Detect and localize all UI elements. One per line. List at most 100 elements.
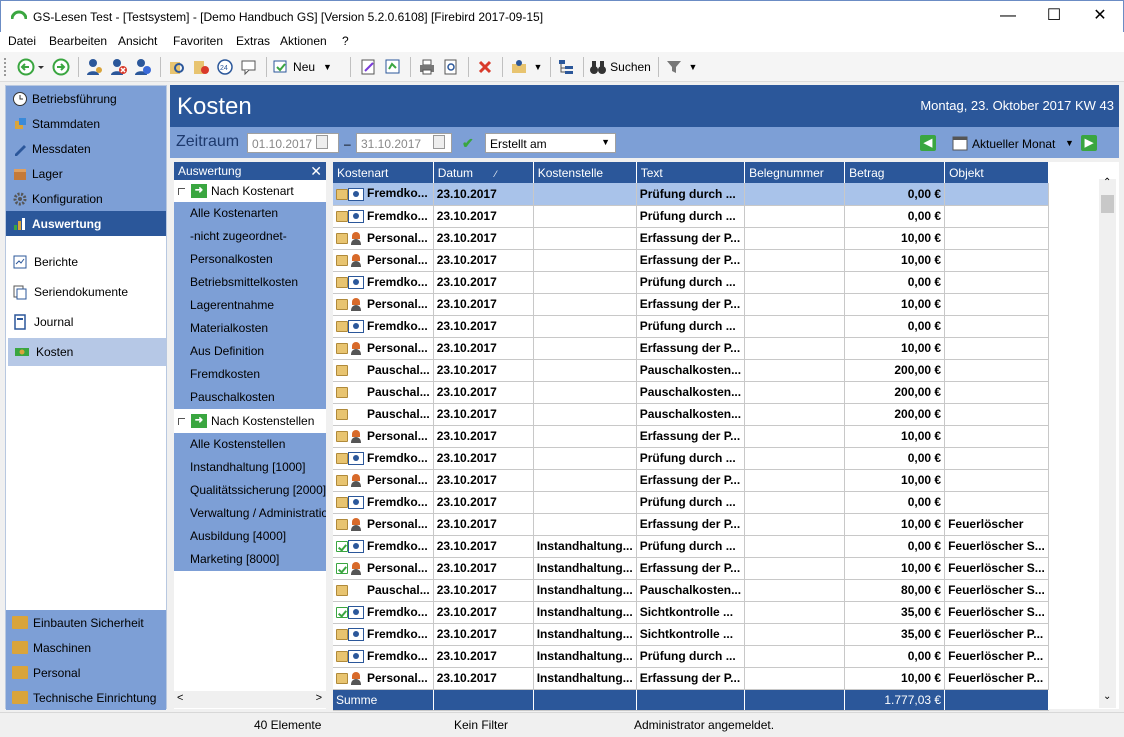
nav-messdaten[interactable]: Messdaten [6, 136, 166, 161]
tree-close-icon[interactable]: ✕ [310, 162, 322, 180]
comment-button[interactable] [238, 56, 260, 78]
next-period-button[interactable]: ▶ [1081, 135, 1097, 151]
menu-help[interactable]: ? [342, 34, 349, 48]
tree-item[interactable]: Marketing [8000] [174, 548, 326, 571]
nav-technische-einrichtung[interactable]: Technische Einrichtung [6, 685, 166, 710]
nav-personal[interactable]: Personal [6, 660, 166, 685]
tree-item[interactable]: Ausbildung [4000] [174, 525, 326, 548]
tree-view-button[interactable] [555, 56, 577, 78]
tree-horizontal-scrollbar[interactable]: < > [174, 691, 326, 708]
back-button[interactable] [14, 56, 48, 78]
table-row[interactable]: Fremdko... 23.10.2017 Instandhaltung... Prü… [333, 645, 1049, 668]
nav-stammdaten[interactable]: Stammdaten [6, 111, 166, 136]
toolbar-grip[interactable] [4, 58, 7, 76]
table-row[interactable]: Personal... 23.10.2017 Erfassung der P... 1… [333, 337, 1049, 360]
expand-icon[interactable] [178, 417, 185, 425]
menu-extras[interactable]: Extras [236, 34, 270, 48]
tree-item[interactable]: Materialkosten [174, 317, 326, 340]
tree-item[interactable]: Alle Kostenarten [174, 202, 326, 225]
tree-item[interactable]: Pauschalkosten [174, 386, 326, 409]
table-row[interactable]: Fremdko... 23.10.2017 Prüfung durch ... 0,0… [333, 315, 1049, 338]
period-select[interactable]: Aktueller Monat [972, 137, 1055, 151]
chevron-down-icon[interactable]: ▼ [1065, 138, 1074, 148]
apply-check-icon[interactable]: ✔ [462, 135, 474, 152]
tree-item[interactable]: Lagerentnahme [174, 294, 326, 317]
date-type-select[interactable]: Erstellt am ▼ [485, 133, 616, 153]
search-object-button[interactable] [166, 56, 188, 78]
tree-item[interactable]: Betriebsmittelkosten [174, 271, 326, 294]
scroll-left-icon[interactable]: < [177, 692, 183, 704]
close-window-button[interactable]: ✕ [1077, 1, 1123, 31]
table-row[interactable]: Fremdko... 23.10.2017 Prüfung durch ... 0,0… [333, 271, 1049, 294]
tree-group-kostenstellen[interactable]: ➜ Nach Kostenstellen [174, 410, 326, 432]
tree-group-kostenart[interactable]: ➜ Nach Kostenart [174, 180, 326, 202]
column-header-text[interactable]: Text [636, 162, 746, 183]
nav-lager[interactable]: Lager [6, 161, 166, 186]
nav-sub-journal[interactable]: Journal [6, 308, 166, 336]
table-row[interactable]: Fremdko... 23.10.2017 Instandhaltung... Sic… [333, 601, 1049, 624]
table-row[interactable]: Pauschal... 23.10.2017 Instandhaltung... Pa… [333, 579, 1049, 602]
column-header-objekt[interactable]: Objekt [944, 162, 1049, 183]
nav-auswertung[interactable]: Auswertung [6, 211, 166, 236]
column-header-kostenart[interactable]: Kostenart [333, 162, 434, 183]
expand-icon[interactable] [178, 187, 185, 195]
column-header-belegnummer[interactable]: Belegnummer [744, 162, 846, 183]
filter-button[interactable]: ▼ [664, 56, 698, 78]
table-row[interactable]: Personal... 23.10.2017 Erfassung der P... 1… [333, 293, 1049, 316]
menu-datei[interactable]: Datei [8, 34, 36, 48]
clock-24-button[interactable]: 24 [214, 56, 236, 78]
user-info-button[interactable] [132, 56, 154, 78]
table-row[interactable]: Personal... 23.10.2017 Instandhaltung... Er… [333, 667, 1049, 690]
column-header-betrag[interactable]: Betrag [844, 162, 946, 183]
calendar-from-icon[interactable] [316, 135, 328, 149]
scroll-right-icon[interactable]: > [316, 692, 322, 704]
column-header-datum[interactable]: Datum ⁄ [433, 162, 534, 183]
print-preview-button[interactable] [440, 56, 462, 78]
table-row[interactable]: Personal... 23.10.2017 Erfassung der P... 1… [333, 469, 1049, 492]
menu-favoriten[interactable]: Favoriten [173, 34, 223, 48]
forward-button[interactable] [50, 56, 72, 78]
menu-ansicht[interactable]: Ansicht [118, 34, 157, 48]
nav-sub-kosten[interactable]: Kosten [8, 338, 166, 366]
tree-item[interactable]: Instandhaltung [1000] [174, 456, 326, 479]
table-row[interactable]: Fremdko... 23.10.2017 Prüfung durch ... 0,0… [333, 491, 1049, 514]
tree-item[interactable]: Alle Kostenstellen [174, 433, 326, 456]
scroll-down-icon[interactable]: ⌄ [1103, 691, 1111, 702]
calendar-to-icon[interactable] [433, 135, 445, 149]
previous-period-button[interactable]: ◀ [920, 135, 936, 151]
grid-vertical-scrollbar[interactable]: ⌃ ⌄ [1099, 177, 1116, 708]
warning-button[interactable] [190, 56, 212, 78]
nav-einbauten-sicherheit[interactable]: Einbauten Sicherheit [6, 610, 166, 635]
table-row[interactable]: Personal... 23.10.2017 Erfassung der P... 1… [333, 249, 1049, 272]
tree-item[interactable]: Fremdkosten [174, 363, 326, 386]
table-row[interactable]: Fremdko... 23.10.2017 Instandhaltung... Sic… [333, 623, 1049, 646]
tree-item[interactable]: Verwaltung / Administration [174, 502, 326, 525]
scroll-thumb[interactable] [1101, 195, 1114, 213]
table-row[interactable]: Personal... 23.10.2017 Erfassung der P... 1… [333, 227, 1049, 250]
menu-bearbeiten[interactable]: Bearbeiten [49, 34, 107, 48]
table-row[interactable]: Fremdko... 23.10.2017 Instandhaltung... Prü… [333, 535, 1049, 558]
menu-aktionen[interactable]: Aktionen [280, 34, 327, 48]
minimize-button[interactable]: — [985, 1, 1031, 31]
table-row[interactable]: Pauschal... 23.10.2017 Pauschalkosten... 20… [333, 381, 1049, 404]
table-row[interactable]: Fremdko... 23.10.2017 Prüfung durch ... 0,0… [333, 183, 1049, 206]
table-row[interactable]: Personal... 23.10.2017 Instandhaltung... Er… [333, 557, 1049, 580]
new-button[interactable]: Neu ▼ [272, 56, 332, 78]
table-row[interactable]: Fremdko... 23.10.2017 Prüfung durch ... 0,0… [333, 205, 1049, 228]
edit-button[interactable] [358, 56, 380, 78]
nav-sub-berichte[interactable]: Berichte [6, 248, 166, 276]
table-row[interactable]: Personal... 23.10.2017 Erfassung der P... 1… [333, 425, 1049, 448]
tree-item[interactable]: Qualitätssicherung [2000] [174, 479, 326, 502]
nav-betriebsfuehrung[interactable]: Betriebsführung [6, 86, 166, 111]
table-row[interactable]: Fremdko... 23.10.2017 Prüfung durch ... 0,0… [333, 447, 1049, 470]
user-delete-button[interactable] [108, 56, 130, 78]
search-button[interactable]: Suchen [588, 56, 652, 78]
table-row[interactable]: Pauschal... 23.10.2017 Pauschalkosten... 20… [333, 403, 1049, 426]
refresh-button[interactable] [382, 56, 404, 78]
user-settings-button[interactable] [84, 56, 106, 78]
tree-item[interactable]: Aus Definition [174, 340, 326, 363]
nav-sub-seriendokumente[interactable]: Seriendokumente [6, 278, 166, 306]
tree-item[interactable]: -nicht zugeordnet- [174, 225, 326, 248]
table-row[interactable]: Personal... 23.10.2017 Erfassung der P... 1… [333, 513, 1049, 536]
scroll-up-icon[interactable]: ⌃ [1103, 177, 1111, 188]
